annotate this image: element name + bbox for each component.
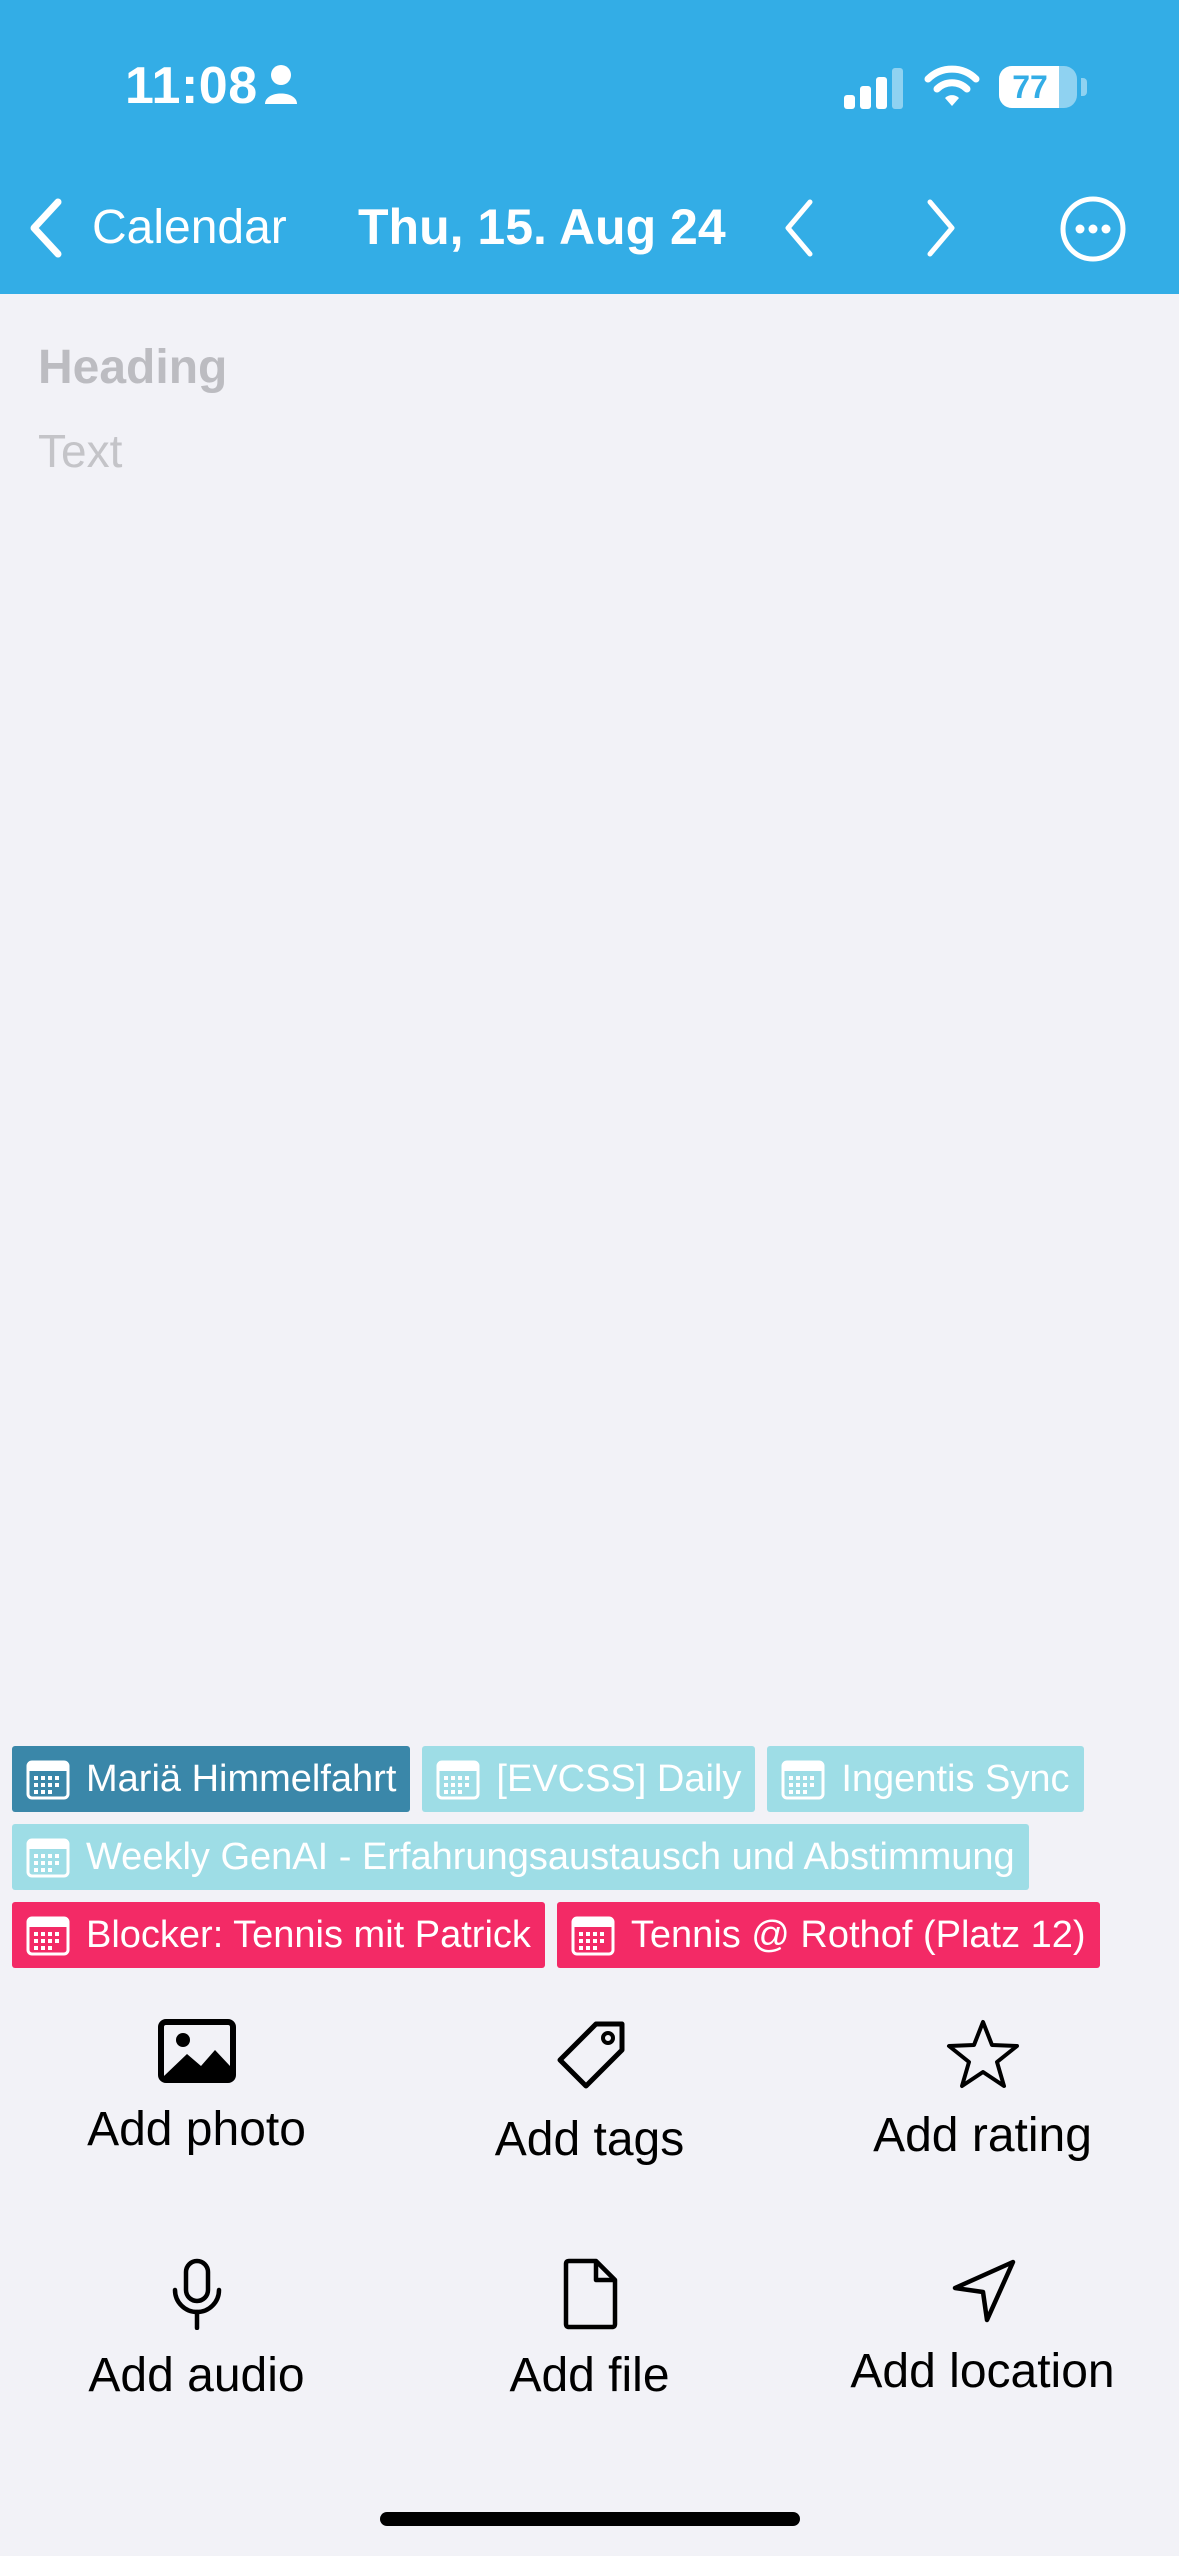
- battery-level: 77: [1012, 69, 1048, 105]
- back-button[interactable]: Calendar: [92, 200, 287, 255]
- top-bar: 11:08 77 Calendar Thu, 15. Aug 24: [0, 0, 1179, 294]
- calendar-icon: [571, 1916, 615, 1956]
- event-chip[interactable]: Blocker: Tennis mit Patrick: [12, 1902, 545, 1968]
- calendar-icon: [436, 1760, 480, 1800]
- photo-icon: [157, 2019, 236, 2083]
- add-rating-button[interactable]: Add rating: [786, 2018, 1179, 2163]
- signal-icon: [844, 68, 903, 109]
- event-chip[interactable]: Weekly GenAI - Erfahrungsaustausch und A…: [12, 1824, 1029, 1890]
- calendar-icon: [26, 1760, 70, 1800]
- calendar-icon: [26, 1916, 70, 1956]
- location-arrow-icon: [952, 2259, 1015, 2323]
- add-file-label: Add file: [509, 2349, 670, 2402]
- person-icon: [265, 65, 297, 104]
- add-tags-label: Add tags: [494, 2113, 685, 2166]
- more-icon[interactable]: [1058, 194, 1128, 264]
- battery-icon: 77: [999, 66, 1077, 108]
- previous-day-button[interactable]: [780, 196, 820, 260]
- event-label: Ingentis Sync: [841, 1757, 1070, 1800]
- page-title: Thu, 15. Aug 24: [358, 199, 726, 255]
- event-label: [EVCSS] Daily: [496, 1757, 742, 1800]
- event-chip[interactable]: Tennis @ Rothof (Platz 12): [556, 1902, 1100, 1968]
- heading-input[interactable]: Heading: [38, 340, 227, 395]
- status-time: 11:08: [125, 57, 258, 115]
- event-chip[interactable]: Mariä Himmelfahrt: [12, 1746, 411, 1812]
- home-indicator[interactable]: [380, 2512, 800, 2526]
- add-tags-button[interactable]: Add tags: [393, 2018, 786, 2167]
- event-list: Mariä Himmelfahrt [EVCSS] Daily Ingentis…: [12, 1746, 1172, 1968]
- add-rating-label: Add rating: [873, 2109, 1092, 2162]
- event-chip[interactable]: Ingentis Sync: [767, 1746, 1084, 1812]
- add-photo-button[interactable]: Add photo: [0, 2018, 393, 2157]
- event-chip[interactable]: [EVCSS] Daily: [422, 1746, 756, 1812]
- event-label: Mariä Himmelfahrt: [86, 1757, 397, 1800]
- microphone-icon: [172, 2258, 221, 2330]
- calendar-icon: [26, 1838, 70, 1878]
- battery-cap: [1081, 78, 1087, 96]
- tag-icon: [557, 2021, 624, 2089]
- star-icon: [946, 2020, 1019, 2088]
- next-day-button[interactable]: [920, 196, 960, 260]
- chevron-left-icon[interactable]: [24, 196, 68, 260]
- add-location-button[interactable]: Add location: [786, 2258, 1179, 2399]
- add-audio-button[interactable]: Add audio: [0, 2258, 393, 2403]
- add-photo-label: Add photo: [87, 2103, 306, 2156]
- add-audio-label: Add audio: [88, 2349, 305, 2402]
- file-icon: [563, 2258, 617, 2330]
- add-location-label: Add location: [850, 2345, 1115, 2398]
- wifi-icon: [924, 65, 980, 106]
- event-label: Weekly GenAI - Erfahrungsaustausch und A…: [86, 1835, 1015, 1878]
- event-label: Tennis @ Rothof (Platz 12): [630, 1913, 1086, 1956]
- calendar-icon: [781, 1760, 825, 1800]
- text-input[interactable]: Text: [38, 424, 122, 478]
- add-file-button[interactable]: Add file: [393, 2258, 786, 2403]
- event-label: Blocker: Tennis mit Patrick: [86, 1913, 531, 1956]
